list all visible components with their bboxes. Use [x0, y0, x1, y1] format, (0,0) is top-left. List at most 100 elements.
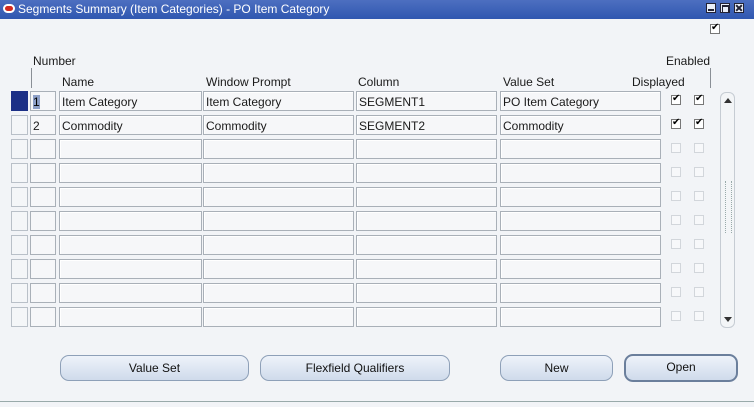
enabled-checkbox[interactable]	[694, 263, 704, 273]
row-indicator[interactable]	[11, 163, 28, 183]
value-set-cell[interactable]: PO Item Category	[500, 91, 661, 111]
value-set-cell[interactable]	[500, 307, 661, 327]
window-prompt-cell[interactable]	[203, 139, 354, 159]
row-indicator[interactable]	[11, 259, 28, 279]
window-prompt-cell[interactable]	[203, 307, 354, 327]
number-cell[interactable]	[30, 211, 56, 231]
row-indicator[interactable]	[11, 139, 28, 159]
number-cell[interactable]	[30, 163, 56, 183]
maximize-icon[interactable]	[720, 3, 730, 13]
divider	[0, 401, 754, 402]
number-cell[interactable]	[30, 187, 56, 207]
enabled-checkbox[interactable]	[694, 287, 704, 297]
window-prompt-cell[interactable]	[203, 283, 354, 303]
displayed-checkbox[interactable]	[671, 263, 681, 273]
displayed-checkbox[interactable]	[671, 287, 681, 297]
name-cell[interactable]	[59, 187, 202, 207]
enabled-checkbox[interactable]	[694, 167, 704, 177]
column-cell[interactable]: SEGMENT1	[356, 91, 497, 111]
column-cell[interactable]: SEGMENT2	[356, 115, 497, 135]
vertical-scrollbar[interactable]	[720, 92, 735, 328]
number-cell[interactable]: 2	[30, 115, 56, 135]
displayed-checkbox[interactable]	[671, 191, 681, 201]
window-checkbox[interactable]	[710, 22, 720, 34]
header-value-set: Value Set	[503, 75, 555, 89]
number-cell[interactable]	[30, 259, 56, 279]
displayed-checkbox[interactable]	[671, 215, 681, 225]
displayed-checkbox[interactable]	[671, 167, 681, 177]
name-cell[interactable]	[59, 211, 202, 231]
enabled-checkbox[interactable]	[694, 311, 704, 321]
value-set-cell[interactable]	[500, 187, 661, 207]
row-indicator[interactable]	[11, 115, 28, 135]
value-set-cell[interactable]: Commodity	[500, 115, 661, 135]
window-prompt-cell[interactable]	[203, 235, 354, 255]
value-set-cell[interactable]	[500, 259, 661, 279]
minimize-icon[interactable]	[706, 3, 716, 13]
window-prompt-cell[interactable]: Item Category	[203, 91, 354, 111]
value-set-cell[interactable]	[500, 235, 661, 255]
enabled-checkbox[interactable]	[694, 239, 704, 249]
header-divider	[710, 68, 711, 88]
header-number: Number	[33, 54, 76, 68]
displayed-checkbox[interactable]	[671, 311, 681, 321]
row-indicator[interactable]	[11, 91, 28, 111]
displayed-checkbox[interactable]	[671, 143, 681, 153]
row-indicator[interactable]	[11, 187, 28, 207]
displayed-checkbox[interactable]	[671, 239, 681, 249]
value-set-cell[interactable]	[500, 211, 661, 231]
value-set-button[interactable]: Value Set	[60, 355, 249, 381]
new-button[interactable]: New	[500, 355, 613, 381]
value-set-cell[interactable]	[500, 283, 661, 303]
open-button[interactable]: Open	[624, 354, 738, 382]
header-displayed: Displayed	[632, 75, 685, 89]
enabled-checkbox[interactable]	[694, 191, 704, 201]
column-cell[interactable]	[356, 211, 497, 231]
name-cell[interactable]	[59, 235, 202, 255]
name-cell[interactable]	[59, 283, 202, 303]
header-enabled: Enabled	[666, 54, 711, 68]
scroll-up-icon[interactable]	[724, 98, 732, 103]
name-cell[interactable]	[59, 163, 202, 183]
enabled-checkbox[interactable]	[694, 117, 704, 129]
number-cell[interactable]: 1	[30, 91, 56, 111]
column-cell[interactable]	[356, 139, 497, 159]
name-cell[interactable]: Commodity	[59, 115, 202, 135]
column-cell[interactable]	[356, 163, 497, 183]
number-cell[interactable]	[30, 139, 56, 159]
column-cell[interactable]	[356, 235, 497, 255]
name-cell[interactable]	[59, 139, 202, 159]
window-prompt-cell[interactable]	[203, 211, 354, 231]
displayed-checkbox[interactable]	[671, 93, 681, 105]
scroll-thumb[interactable]	[725, 181, 732, 233]
window-prompt-cell[interactable]: Commodity	[203, 115, 354, 135]
row-indicator[interactable]	[11, 283, 28, 303]
window-prompt-cell[interactable]	[203, 187, 354, 207]
number-cell[interactable]	[30, 307, 56, 327]
flexfield-qualifiers-button[interactable]: Flexfield Qualifiers	[260, 355, 450, 381]
number-value: 2	[33, 119, 40, 133]
close-icon[interactable]	[734, 3, 744, 13]
name-cell[interactable]: Item Category	[59, 91, 202, 111]
column-cell[interactable]	[356, 283, 497, 303]
window-prompt-cell[interactable]	[203, 163, 354, 183]
enabled-checkbox[interactable]	[694, 215, 704, 225]
column-cell[interactable]	[356, 187, 497, 207]
row-indicator[interactable]	[11, 307, 28, 327]
column-cell[interactable]	[356, 259, 497, 279]
number-cell[interactable]	[30, 283, 56, 303]
row-indicator[interactable]	[11, 211, 28, 231]
header-window-prompt: Window Prompt	[206, 75, 291, 89]
enabled-checkbox[interactable]	[694, 93, 704, 105]
value-set-cell[interactable]	[500, 163, 661, 183]
row-indicator[interactable]	[11, 235, 28, 255]
column-cell[interactable]	[356, 307, 497, 327]
enabled-checkbox[interactable]	[694, 143, 704, 153]
displayed-checkbox[interactable]	[671, 117, 681, 129]
number-cell[interactable]	[30, 235, 56, 255]
name-cell[interactable]	[59, 259, 202, 279]
window-prompt-cell[interactable]	[203, 259, 354, 279]
name-cell[interactable]	[59, 307, 202, 327]
value-set-cell[interactable]	[500, 139, 661, 159]
scroll-down-icon[interactable]	[724, 317, 732, 322]
